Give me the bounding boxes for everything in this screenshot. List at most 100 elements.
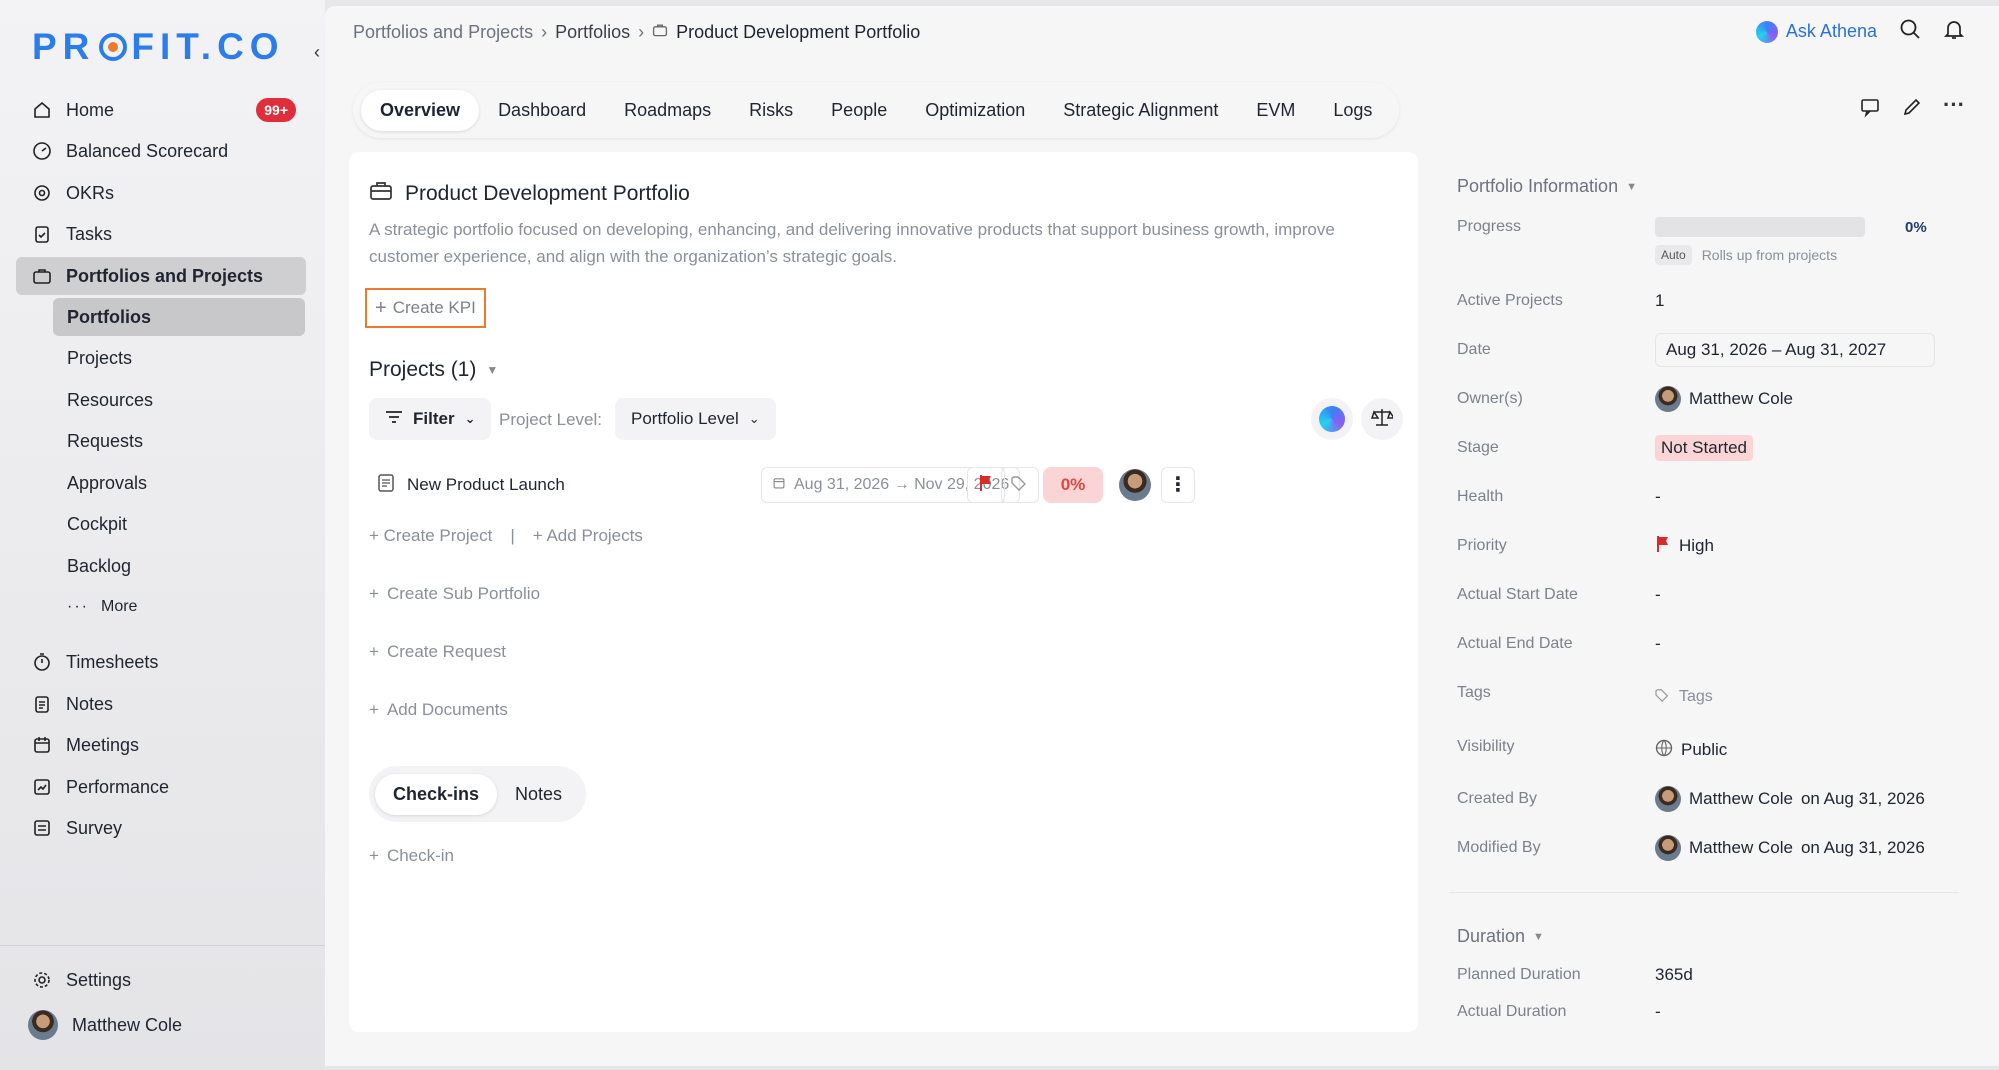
create-project-link[interactable]: + Create Project [369,526,492,546]
planned-duration-row: Planned Duration 365d [1457,960,1957,990]
tab-roadmaps[interactable]: Roadmaps [605,90,730,131]
tab-people[interactable]: People [812,90,906,131]
more-horizontal-icon[interactable]: ··· [1943,94,1965,123]
bell-icon[interactable] [1943,18,1965,45]
sidebar-item-home[interactable]: Home 99+ [16,91,306,129]
sidebar-subitem-cockpit[interactable]: Cockpit [53,505,305,543]
date-range-field[interactable]: Aug 31, 2026 – Aug 31, 2027 [1655,333,1935,367]
create-kpi-label: Create KPI [392,298,476,317]
tab-strategic-alignment[interactable]: Strategic Alignment [1044,90,1237,131]
athena-ai-button[interactable] [1311,398,1353,440]
sidebar-subitem-more[interactable]: ··· More [53,588,305,626]
sidebar-item-portfolios-and-projects[interactable]: Portfolios and Projects [16,257,306,295]
sidebar-item-meetings[interactable]: Meetings [16,726,306,764]
tab-optimization[interactable]: Optimization [906,90,1044,131]
sidebar-item-timesheets[interactable]: Timesheets [16,643,306,681]
sidebar-divider [0,945,325,946]
modified-by-value: Matthew Cole on Aug 31, 2026 [1655,835,1925,861]
create-request-link[interactable]: + Create Request [369,642,506,662]
ask-athena-button[interactable]: Ask Athena [1755,20,1877,43]
tags-value[interactable]: Tags [1655,688,1713,707]
tab-risks[interactable]: Risks [730,90,812,131]
sidebar-item-performance[interactable]: Performance [16,768,306,806]
sidebar-item-label: Timesheets [66,651,159,672]
tab-check-ins[interactable]: Check-ins [375,773,498,815]
sidebar-item-label: Meetings [66,734,140,755]
priority-row: Priority High [1457,531,1957,561]
sidebar-user[interactable]: Matthew Cole [16,1006,306,1044]
sidebar-item-settings[interactable]: Settings [16,961,306,999]
add-projects-link[interactable]: + Add Projects [533,526,643,546]
tags-placeholder: Tags [1679,688,1713,705]
sidebar-item-balanced-scorecard[interactable]: Balanced Scorecard [16,132,306,170]
project-owner-avatar[interactable] [1119,469,1151,501]
filter-button[interactable]: Filter ⌄ [369,398,492,440]
check-in-link[interactable]: + Check-in [369,846,454,866]
planned-duration-value: 365d [1655,965,1693,984]
owner-value[interactable]: Matthew Cole [1655,386,1793,412]
tab-notes[interactable]: Notes [497,774,580,815]
projects-section-header[interactable]: Projects (1) ▼ [369,358,498,382]
sidebar-item-notes[interactable]: Notes [16,685,306,723]
actual-end-value[interactable]: - [1655,634,1661,654]
actual-duration-label: Actual Duration [1457,1003,1567,1020]
more-dots-icon: ··· [67,598,89,615]
priority-text: High [1679,536,1714,555]
athena-icon [1319,406,1345,432]
tab-dashboard[interactable]: Dashboard [479,90,605,131]
flag-icon [978,474,994,497]
sidebar-subitem-label: Resources [67,389,154,410]
add-documents-link[interactable]: + Add Documents [369,700,508,720]
comment-icon[interactable] [1859,96,1881,123]
chart-line-icon [30,775,54,799]
sidebar-item-okrs[interactable]: OKRs [16,174,306,212]
stage-badge[interactable]: Not Started [1655,435,1753,461]
breadcrumb-link[interactable]: Portfolios [555,22,630,43]
sidebar-subitem-backlog[interactable]: Backlog [53,547,305,585]
profit-co-logo[interactable]: PR FIT.CO [32,26,285,68]
sidebar-subitem-approvals[interactable]: Approvals [53,464,305,502]
tags-label: Tags [1457,684,1491,701]
sidebar-item-label: Survey [66,817,123,838]
visibility-value[interactable]: Public [1655,739,1727,762]
duration-header[interactable]: Duration ▼ [1457,926,1544,947]
create-sub-portfolio-link[interactable]: + Create Sub Portfolio [369,584,540,604]
portfolio-info-header[interactable]: Portfolio Information ▼ [1457,176,1637,197]
sidebar-subitem-resources[interactable]: Resources [53,381,305,419]
project-row[interactable]: New Product Launch Aug 31, 2026 → Nov 29… [365,462,1407,508]
sidebar-item-label: Tasks [66,223,113,244]
owner-name: Matthew Cole [1689,389,1793,408]
health-value[interactable]: - [1655,487,1661,507]
project-level-select[interactable]: Portfolio Level ⌄ [615,398,776,440]
priority-label: Priority [1457,537,1507,554]
caret-down-icon: ▼ [1533,930,1544,943]
actual-start-value[interactable]: - [1655,585,1661,605]
sidebar-subitem-projects[interactable]: Projects [53,339,305,377]
sidebar-item-survey[interactable]: Survey [16,809,306,847]
edit-icon[interactable] [1901,96,1923,123]
search-icon[interactable] [1899,18,1921,45]
collapse-sidebar-icon[interactable]: ‹ [314,42,320,63]
create-kpi-button[interactable]: + Create KPI [365,288,486,328]
project-priority-flag[interactable] [967,467,1005,503]
balance-scale-button[interactable] [1361,398,1403,440]
plus-icon: + [369,642,379,661]
project-row-menu[interactable]: ⋮ [1161,467,1195,503]
actual-duration-row: Actual Duration - [1457,1002,1957,1022]
sidebar-subitem-portfolios[interactable]: Portfolios [53,298,305,336]
active-projects-label: Active Projects [1457,292,1563,309]
project-name[interactable]: New Product Launch [377,473,565,498]
breadcrumb-link[interactable]: Portfolios and Projects [353,22,533,43]
avatar [1655,386,1681,412]
priority-value[interactable]: High [1655,535,1714,558]
sidebar-subitem-requests[interactable]: Requests [53,422,305,460]
rollup-text: Rolls up from projects [1701,247,1838,263]
sidebar-item-tasks[interactable]: Tasks [16,215,306,253]
project-level-value: Portfolio Level [631,409,739,428]
tab-overview[interactable]: Overview [361,89,480,131]
visibility-row: Visibility Public [1457,732,1957,762]
sidebar-item-label: Settings [66,969,132,990]
project-tags-button[interactable] [1001,467,1039,503]
tab-evm[interactable]: EVM [1237,90,1314,131]
tab-logs[interactable]: Logs [1314,90,1391,131]
